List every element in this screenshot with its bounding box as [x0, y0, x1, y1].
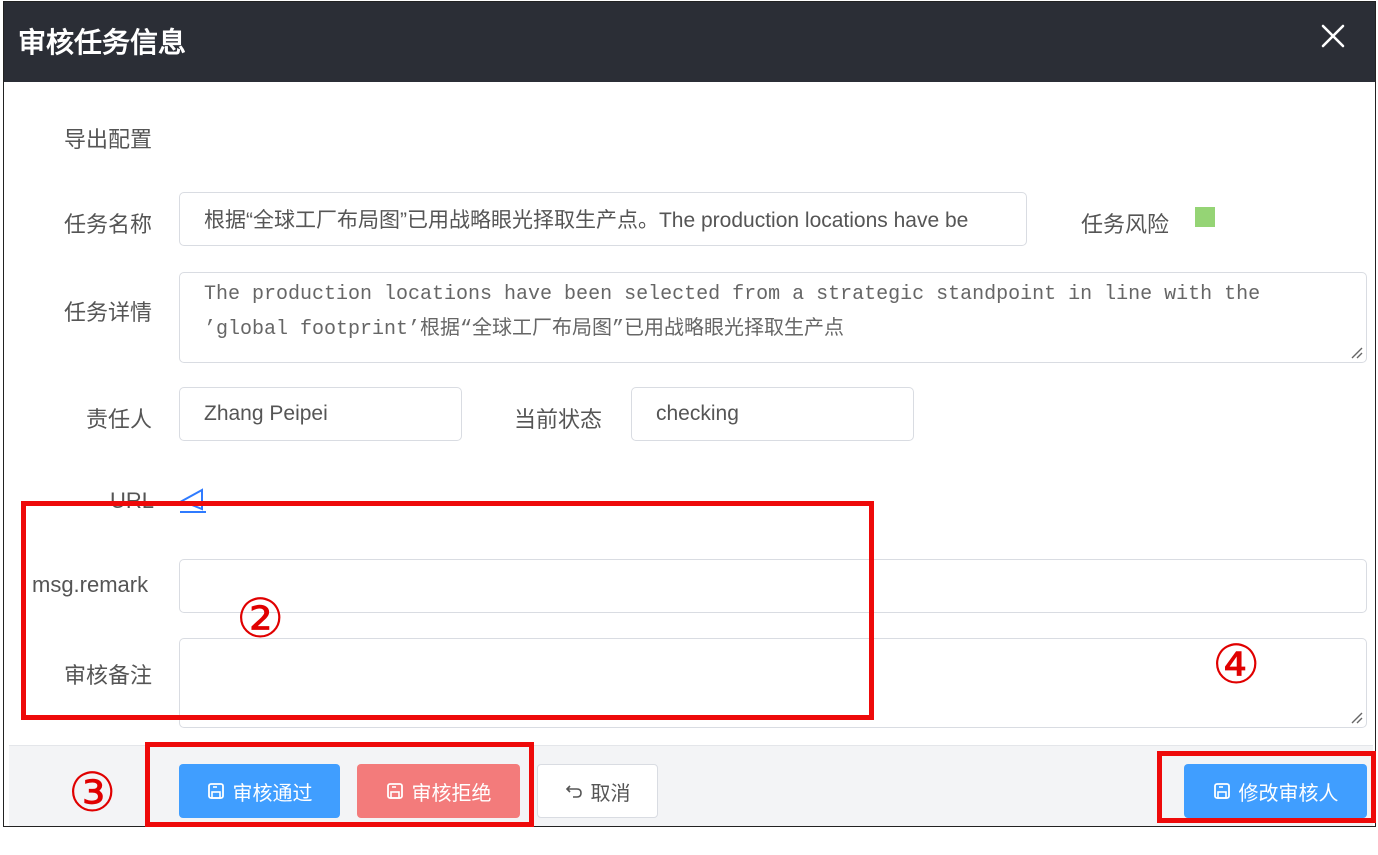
task-detail-line-2: ’global footprint’根据“全球工厂布局图”已用战略眼光择取生产点 [204, 318, 845, 341]
annotation-marker-4: ④ [1212, 633, 1261, 696]
annotation-marker-2: ② [236, 587, 285, 650]
status-label: 当前状态 [514, 408, 603, 433]
task-name-label: 任务名称 [64, 213, 153, 238]
export-config-label: 导出配置 [64, 128, 153, 153]
cancel-label: 取消 [590, 780, 631, 805]
task-risk-label: 任务风险 [1081, 213, 1170, 238]
dialog-header: 审核任务信息 [4, 2, 1375, 82]
task-detail-textarea[interactable]: The production locations have been selec… [179, 272, 1367, 363]
task-risk-indicator [1195, 207, 1215, 227]
status-value: checking [656, 402, 739, 425]
task-name-value: 根据“全球工厂布局图”已用战略眼光择取生产点。The production lo… [204, 209, 969, 232]
owner-label: 责任人 [86, 408, 153, 433]
annotation-box-2 [21, 501, 874, 720]
resize-handle-icon[interactable] [1349, 710, 1363, 724]
undo-icon [565, 785, 582, 798]
close-icon[interactable] [1317, 20, 1349, 52]
annotation-marker-3: ③ [68, 761, 117, 824]
annotation-box-4 [1157, 751, 1376, 823]
task-detail-line-1: The production locations have been selec… [204, 283, 1261, 306]
cancel-button[interactable]: 取消 [537, 764, 658, 818]
resize-handle-icon[interactable] [1349, 345, 1363, 359]
task-name-field[interactable]: 根据“全球工厂布局图”已用战略眼光择取生产点。The production lo… [179, 192, 1027, 246]
task-detail-label: 任务详情 [64, 301, 153, 326]
owner-field[interactable]: Zhang Peipei [179, 387, 462, 441]
dialog-title: 审核任务信息 [18, 26, 187, 59]
status-field[interactable]: checking [631, 387, 914, 441]
owner-value: Zhang Peipei [204, 402, 328, 425]
annotation-box-3 [145, 742, 534, 827]
